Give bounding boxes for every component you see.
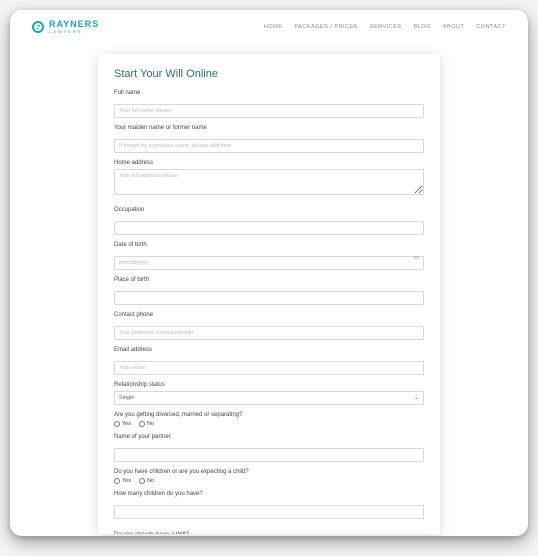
pob-input[interactable]: [114, 291, 424, 305]
divorcing-no[interactable]: No: [139, 421, 154, 427]
children-n-label: How many children do you have?: [114, 491, 424, 497]
home-address-input[interactable]: [114, 169, 424, 195]
will-form: Start Your Will Online Full name Your ma…: [98, 54, 440, 534]
children-q-label: Do you have children or are you expectin…: [114, 469, 424, 475]
email-input[interactable]: [114, 361, 424, 375]
maiden-name-label: Your maiden name or former name: [114, 125, 424, 131]
divorcing-label: Are you getting divorced, married or sep…: [114, 412, 424, 418]
home-address-label: Home address: [114, 160, 424, 166]
brand[interactable]: RAYNERS LAWYERS: [32, 20, 99, 34]
nav-blog[interactable]: BLOG: [414, 24, 431, 30]
top-nav: HOME PACKAGES / PRICES SERVICES BLOG ABO…: [264, 24, 506, 30]
phone-input[interactable]: [114, 326, 424, 340]
relationship-label: Relationship status: [114, 382, 424, 388]
occupation-label: Occupation: [114, 207, 424, 213]
pob-label: Place of birth: [114, 277, 424, 283]
full-name-input[interactable]: [114, 104, 424, 118]
children-n-input[interactable]: [114, 505, 424, 519]
brand-subtitle: LAWYERS: [49, 30, 99, 34]
nav-packages[interactable]: PACKAGES / PRICES: [294, 24, 357, 30]
occupation-input[interactable]: [114, 221, 424, 235]
phone-label: Contact phone: [114, 312, 424, 318]
partner-input[interactable]: [114, 448, 424, 462]
partner-label: Name of your partner: [114, 434, 424, 440]
brand-name: RAYNERS: [49, 20, 99, 29]
page-container: RAYNERS LAWYERS HOME PACKAGES / PRICES S…: [10, 10, 528, 536]
divorcing-yes[interactable]: Yes: [114, 421, 131, 427]
header: RAYNERS LAWYERS HOME PACKAGES / PRICES S…: [10, 10, 528, 40]
full-name-label: Full name: [114, 90, 424, 96]
nav-about[interactable]: ABOUT: [443, 24, 464, 30]
children-no[interactable]: No: [139, 478, 154, 484]
nav-home[interactable]: HOME: [264, 24, 283, 30]
email-label: Email address: [114, 347, 424, 353]
dob-label: Date of birth: [114, 242, 424, 248]
relationship-select[interactable]: Single: [114, 391, 424, 405]
have-will-label: Do you already have a Will?: [114, 532, 424, 534]
logo-icon: [32, 21, 44, 33]
form-title: Start Your Will Online: [114, 68, 424, 80]
dob-input[interactable]: [114, 256, 424, 270]
maiden-name-input[interactable]: [114, 139, 424, 153]
children-yes[interactable]: Yes: [114, 478, 131, 484]
nav-services[interactable]: SERVICES: [370, 24, 402, 30]
nav-contact[interactable]: CONTACT: [476, 24, 506, 30]
